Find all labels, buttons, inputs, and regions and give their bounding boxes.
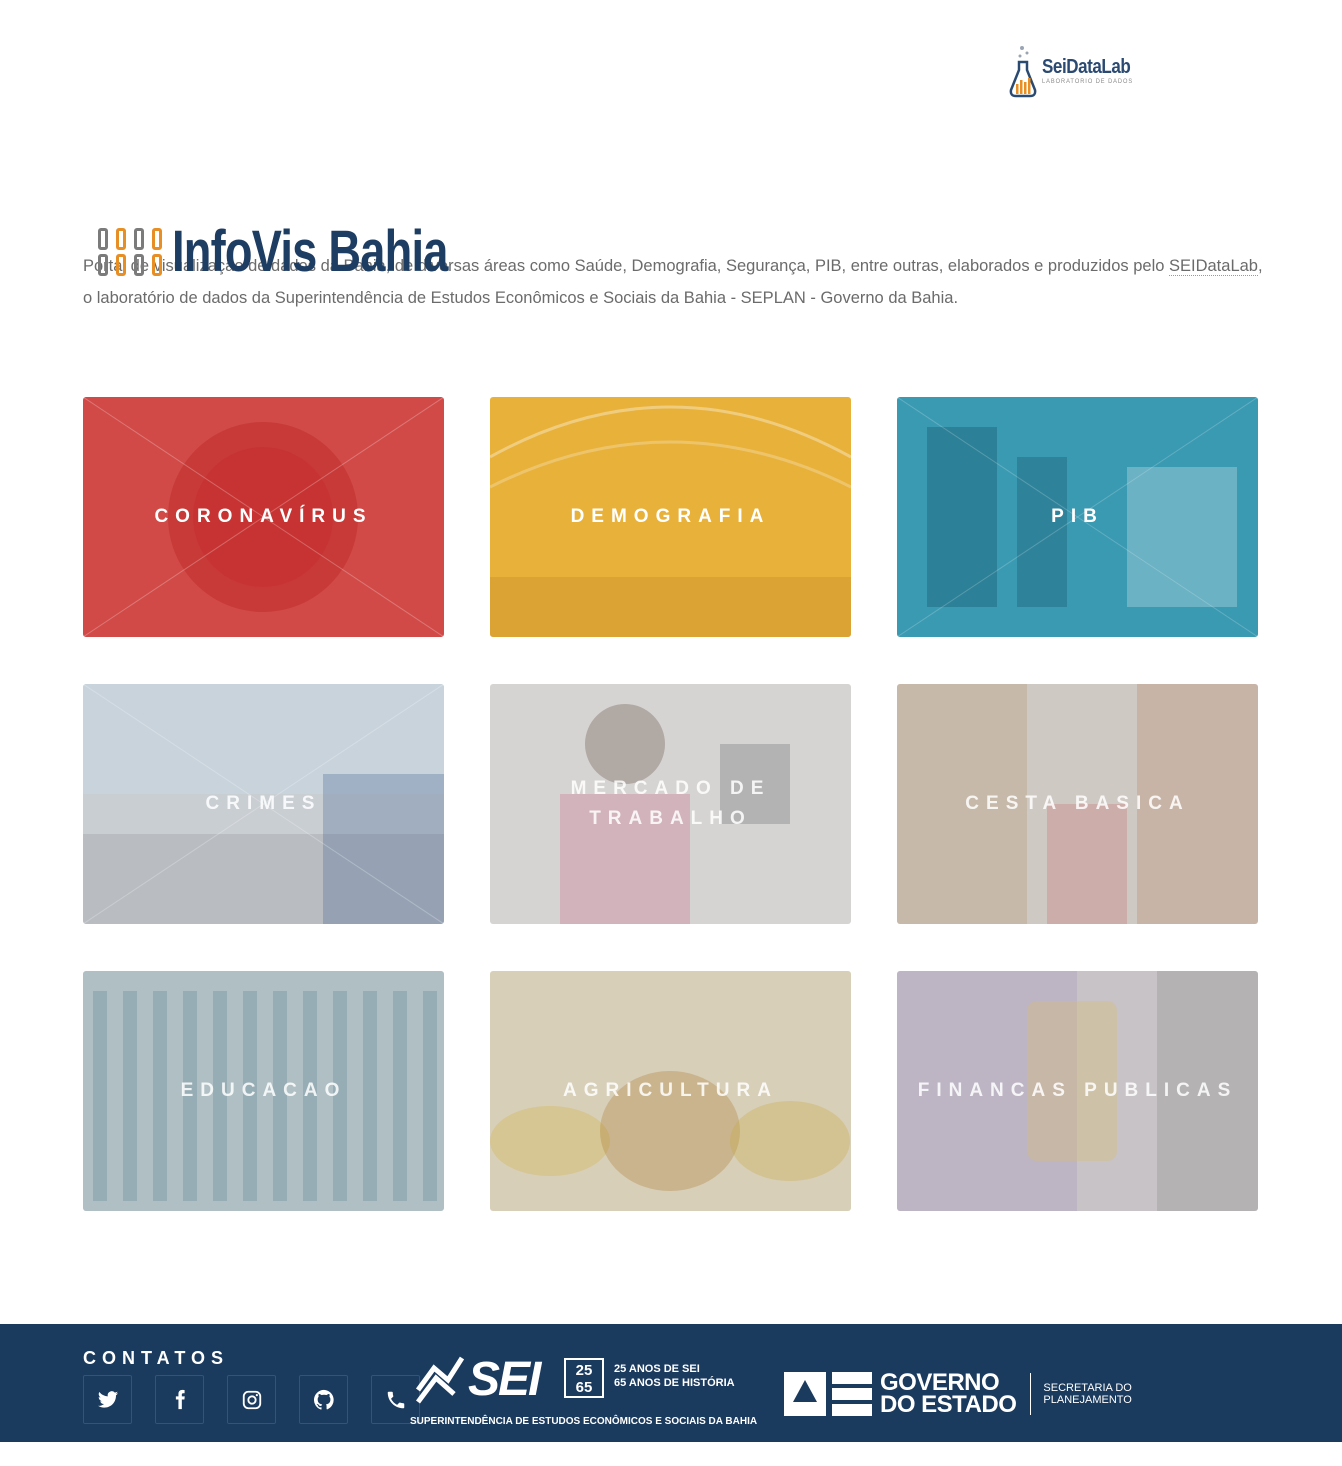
topic-grid: CORONAVÍRUS DEMOGRAFIA PIB CRIMES MERCAD…	[83, 397, 1258, 1211]
card-label: CORONAVÍRUS	[154, 506, 373, 527]
social-links	[83, 1375, 420, 1424]
card-label: DEMOGRAFIA	[570, 506, 771, 527]
flask-icon	[1009, 46, 1037, 98]
badge-top: 25	[575, 1362, 593, 1379]
card-crimes[interactable]: CRIMES	[83, 684, 444, 924]
sei-wordmark: SEI	[468, 1353, 541, 1406]
facebook-icon	[175, 1389, 185, 1409]
card-financas-publicas[interactable]: FINANCAS PUBLICAS	[897, 971, 1258, 1211]
infovis-grid-icon	[98, 227, 162, 276]
contacts-title: CONTATOS	[83, 1348, 229, 1368]
sei-full-name: SUPERINTENDÊNCIA DE ESTUDOS ECONÔMICOS E…	[410, 1416, 758, 1427]
sei-anniversary-text: 25 ANOS DE SEI 65 ANOS DE HISTÓRIA	[614, 1362, 735, 1390]
footer: CONTATOS SEI 25 65 25 ANOS DE SEI 65 ANO…	[0, 1324, 1342, 1442]
infovis-logo: InfoVis Bahia	[98, 218, 525, 285]
instagram-link[interactable]	[227, 1375, 276, 1424]
governo-text: GOVERNO DO ESTADO	[880, 1371, 1017, 1418]
card-cesta-basica[interactable]: CESTA BASICA	[897, 684, 1258, 924]
github-icon	[313, 1389, 334, 1410]
twitter-link[interactable]	[83, 1375, 132, 1424]
facebook-link[interactable]	[155, 1375, 204, 1424]
card-coronavirus[interactable]: CORONAVÍRUS	[83, 397, 444, 637]
secretaria-text: SECRETARIA DO PLANEJAMENTO	[1043, 1382, 1131, 1406]
sei-anniversary-badge: 25 65	[564, 1358, 604, 1398]
instagram-icon	[242, 1390, 261, 1409]
twitter-icon	[97, 1390, 118, 1408]
brand-subtitle: LABORATÓRIO DE DADOS	[1042, 79, 1134, 85]
card-agricultura[interactable]: AGRICULTURA	[490, 971, 851, 1211]
github-link[interactable]	[299, 1375, 348, 1424]
bahia-flag-icon	[784, 1372, 872, 1416]
card-pib[interactable]: PIB	[897, 397, 1258, 637]
divider	[1030, 1373, 1032, 1415]
badge-bottom: 65	[575, 1379, 593, 1396]
card-label: MERCADO DE TRABALHO	[570, 778, 771, 829]
phone-icon	[387, 1391, 404, 1408]
anos-line-1: 25 ANOS DE SEI	[614, 1363, 700, 1375]
card-label: CRIMES	[205, 793, 322, 814]
governo-logo: GOVERNO DO ESTADO SECRETARIA DO PLANEJAM…	[784, 1371, 1132, 1418]
sei-mark-icon	[415, 1356, 465, 1404]
seidatalab-link[interactable]: SEIDataLab	[1169, 257, 1258, 276]
card-label: CESTA BASICA	[965, 793, 1190, 814]
sei-logo: SEI 25 65 25 ANOS DE SEI 65 ANOS DE HIST…	[410, 1346, 757, 1432]
card-label: FINANCAS PUBLICAS	[917, 1080, 1238, 1101]
card-mercado-de-trabalho[interactable]: MERCADO DE TRABALHO	[490, 684, 851, 924]
seidatalab-logo[interactable]: SeiDataLab LABORATÓRIO DE DADOS	[1008, 44, 1146, 98]
card-label: AGRICULTURA	[563, 1080, 778, 1101]
sec-line-1: SECRETARIA DO	[1043, 1382, 1132, 1394]
brand-name: SeiDataLab	[1042, 56, 1131, 78]
page-title: InfoVis Bahia	[172, 219, 448, 284]
gov-line-2: DO ESTADO	[880, 1391, 1017, 1418]
card-demografia[interactable]: DEMOGRAFIA	[490, 397, 851, 637]
card-label: PIB	[1051, 506, 1104, 527]
sec-line-2: PLANEJAMENTO	[1043, 1394, 1132, 1406]
anos-line-2: 65 ANOS DE HISTÓRIA	[614, 1377, 735, 1389]
card-educacao[interactable]: EDUCACAO	[83, 971, 444, 1211]
card-label: EDUCACAO	[180, 1080, 347, 1101]
